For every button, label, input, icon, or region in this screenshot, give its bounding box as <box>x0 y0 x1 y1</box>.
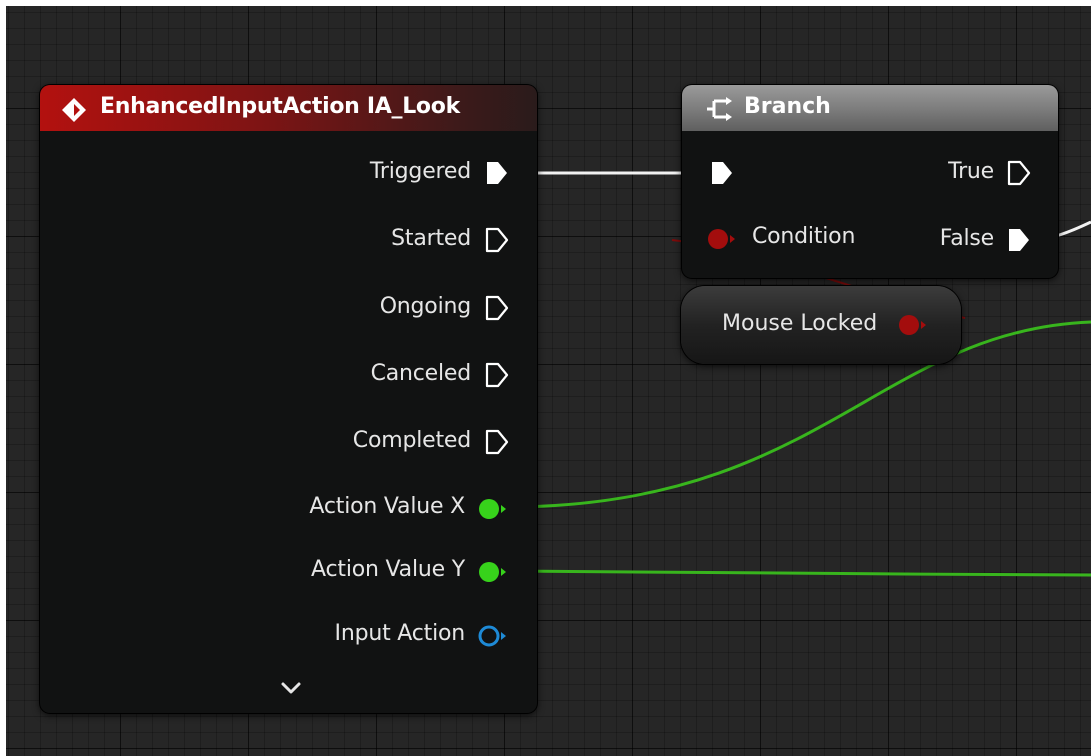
object-pin-empty-icon[interactable] <box>477 622 509 650</box>
branch-icon <box>707 97 732 121</box>
pin-label: Action Value Y <box>311 557 465 582</box>
exec-pin-empty-icon[interactable] <box>484 226 510 254</box>
pin-label: True <box>948 159 994 184</box>
pin-row-input-action[interactable]: Input Action <box>40 618 537 652</box>
pin-row-canceled[interactable]: Canceled <box>40 358 537 392</box>
bool-pin-connected-icon[interactable] <box>897 311 931 339</box>
pin-label: Completed <box>352 428 471 453</box>
branch-node[interactable]: Branch True Condition False <box>682 85 1058 278</box>
exec-pin-filled-icon[interactable] <box>484 159 510 187</box>
pin-row-true[interactable]: True <box>682 156 1058 190</box>
pin-row-ongoing[interactable]: Ongoing <box>40 291 537 325</box>
event-diamond-icon <box>62 98 86 122</box>
pin-label: False <box>939 226 994 251</box>
pin-label: Triggered <box>369 159 471 184</box>
pin-row-action-value-y[interactable]: Action Value Y <box>40 554 537 588</box>
exec-pin-empty-icon[interactable] <box>484 361 510 389</box>
enhanced-input-action-node[interactable]: EnhancedInputAction IA_Look Triggered St… <box>40 85 537 713</box>
variable-label: Mouse Locked <box>722 311 878 336</box>
pin-label: Canceled <box>370 361 472 386</box>
pin-label: Ongoing <box>379 294 472 319</box>
chevron-down-icon[interactable] <box>279 681 303 695</box>
exec-pin-filled-icon[interactable] <box>1006 226 1032 254</box>
mouse-locked-variable-node[interactable]: Mouse Locked <box>681 286 961 364</box>
node-header[interactable]: Branch <box>682 85 1058 131</box>
float-pin-connected-icon[interactable] <box>477 558 509 586</box>
node-title: Branch <box>744 94 831 119</box>
pin-label: Action Value X <box>309 494 465 519</box>
exec-pin-empty-icon[interactable] <box>484 428 510 456</box>
pin-row-completed[interactable]: Completed <box>40 425 537 459</box>
float-pin-connected-icon[interactable] <box>477 495 509 523</box>
pin-label: Started <box>391 226 471 251</box>
pin-label: Input Action <box>334 621 466 646</box>
pin-row-false[interactable]: False <box>682 223 1058 257</box>
pin-row-started[interactable]: Started <box>40 223 537 257</box>
exec-pin-empty-icon[interactable] <box>484 294 510 322</box>
pin-row-triggered[interactable]: Triggered <box>40 156 537 190</box>
node-title: EnhancedInputAction IA_Look <box>100 94 460 119</box>
pin-row-action-value-x[interactable]: Action Value X <box>40 491 537 525</box>
node-header[interactable]: EnhancedInputAction IA_Look <box>40 85 537 131</box>
exec-pin-empty-icon[interactable] <box>1006 159 1032 187</box>
